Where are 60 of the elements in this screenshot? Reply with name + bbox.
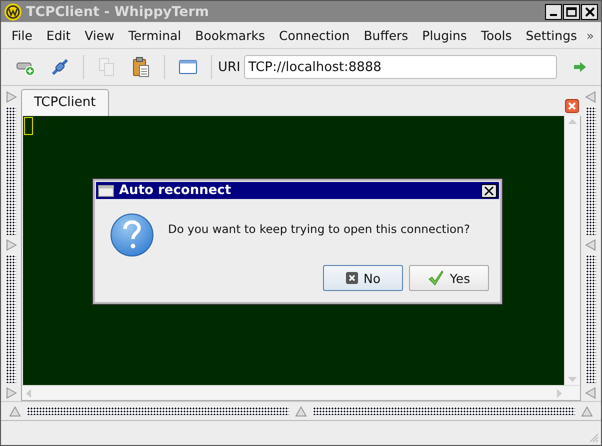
close-icon — [584, 6, 594, 16]
menu-overflow[interactable]: » — [586, 28, 597, 42]
close-button[interactable] — [581, 4, 598, 20]
menu-item[interactable]: View — [78, 24, 121, 46]
splitter-handle[interactable] — [6, 107, 16, 235]
uri-label: URI — [218, 60, 240, 74]
cancel-icon — [346, 272, 358, 284]
collapse-arrow-icon[interactable] — [5, 239, 17, 251]
collapse-arrow-icon[interactable] — [585, 387, 597, 399]
plug-icon[interactable] — [50, 57, 70, 77]
tab[interactable]: TCPClient — [21, 89, 109, 116]
scroll-down-icon[interactable] — [568, 377, 577, 383]
collapse-arrow-icon[interactable] — [581, 405, 593, 417]
go-arrow-icon[interactable] — [574, 62, 586, 72]
splitter-handle[interactable] — [27, 407, 289, 415]
menu-item[interactable]: File — [5, 24, 39, 46]
menu-item[interactable]: Edit — [40, 24, 78, 46]
menu-item[interactable]: Bookmarks — [188, 24, 272, 46]
no-button[interactable]: No — [323, 265, 403, 291]
minimize-button[interactable] — [545, 4, 562, 20]
collapse-arrow-icon[interactable] — [9, 405, 21, 417]
maximize-button[interactable] — [563, 4, 580, 20]
collapse-arrow-icon[interactable] — [5, 387, 17, 399]
close-tab-icon[interactable] — [565, 99, 579, 113]
menu-item[interactable]: Terminal — [122, 24, 188, 46]
collapse-arrow-icon[interactable] — [295, 405, 307, 417]
scroll-right-icon[interactable] — [557, 388, 563, 398]
scroll-up-icon[interactable] — [568, 118, 577, 124]
menu-item[interactable]: Connection — [272, 24, 356, 46]
menu-item[interactable]: Tools — [474, 24, 518, 46]
window-title: TCPClient - WhippyTerm — [26, 4, 210, 20]
splitter-handle[interactable] — [586, 107, 596, 235]
splitter-handle[interactable] — [313, 407, 575, 415]
collapse-arrow-icon[interactable] — [585, 91, 597, 103]
dialog-title: Auto reconnect — [119, 183, 232, 198]
window-icon — [98, 184, 114, 196]
collapse-arrow-icon[interactable] — [585, 239, 597, 251]
splitter-handle[interactable] — [6, 255, 16, 383]
vertical-scrollbar[interactable] — [564, 116, 580, 385]
window-icon[interactable] — [178, 58, 198, 76]
horizontal-scrollbar[interactable] — [22, 385, 580, 400]
close-button[interactable] — [481, 184, 497, 198]
scroll-left-icon[interactable] — [25, 388, 31, 398]
minimize-icon — [550, 14, 557, 16]
splitter-handle[interactable] — [586, 255, 596, 383]
checkmark-icon — [428, 270, 444, 286]
app-logo-icon — [4, 2, 22, 20]
close-icon — [484, 186, 494, 196]
maximize-icon — [566, 6, 577, 16]
question-icon — [110, 213, 154, 257]
uri-field[interactable]: TCP://localhost:8888 — [244, 55, 557, 79]
dialog-message: Do you want to keep trying to open this connection? — [168, 221, 470, 238]
menu-item[interactable]: Settings — [519, 24, 584, 46]
yes-button[interactable]: Yes — [409, 265, 489, 291]
text-cursor — [24, 117, 33, 135]
menu-item[interactable]: Buffers — [357, 24, 415, 46]
clipboard-icon[interactable] — [132, 56, 150, 78]
resize-grip-icon[interactable] — [589, 433, 599, 443]
menu-item[interactable]: Plugins — [416, 24, 474, 46]
collapse-arrow-icon[interactable] — [5, 91, 17, 103]
